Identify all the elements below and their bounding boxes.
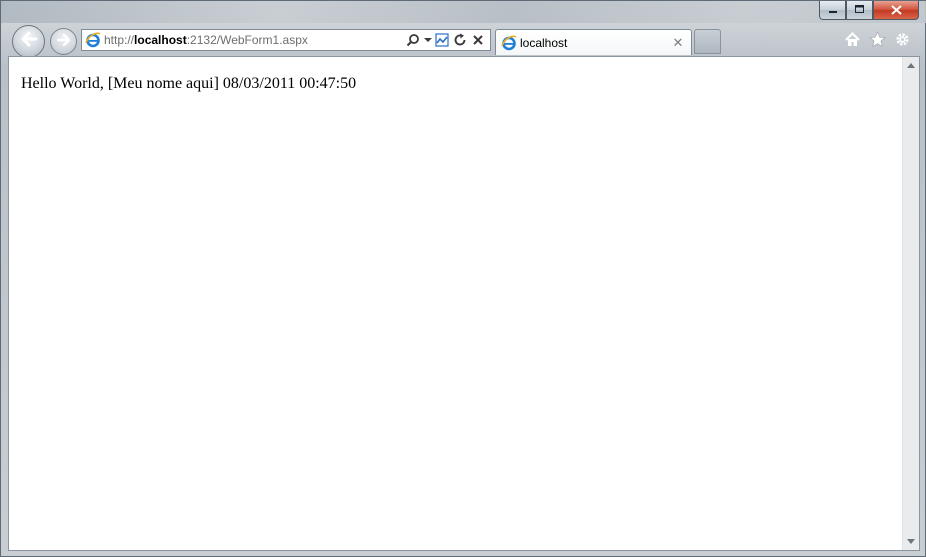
window-caption-buttons	[819, 1, 919, 21]
new-tab-button[interactable]	[694, 29, 721, 54]
maximize-button[interactable]	[846, 1, 873, 20]
tab-close-icon[interactable]: ✕	[671, 35, 685, 51]
address-tools	[405, 32, 490, 48]
forward-arrow-icon	[56, 33, 71, 51]
scroll-down-icon[interactable]	[903, 533, 919, 550]
home-icon[interactable]	[844, 31, 861, 48]
page-viewport: Hello World, [Meu nome aqui] 08/03/2011 …	[8, 56, 920, 551]
ie-page-icon	[85, 32, 101, 48]
address-bar[interactable]: http://localhost:2132/WebForm1.aspx	[81, 29, 491, 51]
command-icons	[844, 31, 911, 48]
back-arrow-icon	[20, 31, 38, 52]
search-icon[interactable]	[405, 32, 421, 48]
close-button[interactable]	[873, 1, 919, 20]
address-url[interactable]: http://localhost:2132/WebForm1.aspx	[104, 33, 405, 47]
stop-icon[interactable]	[470, 32, 486, 48]
compatibility-icon[interactable]	[434, 32, 450, 48]
maximize-icon	[854, 4, 865, 17]
tools-icon[interactable]	[894, 31, 911, 48]
browser-window: http://localhost:2132/WebForm1.aspx loca…	[0, 0, 926, 557]
url-rest: :2132/WebForm1.aspx	[186, 33, 308, 47]
favorites-icon[interactable]	[869, 31, 886, 48]
back-button[interactable]	[12, 25, 45, 58]
tab-localhost[interactable]: localhost ✕	[495, 29, 692, 55]
dropdown-icon[interactable]	[423, 32, 432, 48]
tab-title: localhost	[520, 35, 568, 50]
scroll-up-icon[interactable]	[903, 57, 919, 74]
refresh-icon[interactable]	[452, 32, 468, 48]
vertical-scrollbar[interactable]	[902, 57, 919, 550]
minimize-icon	[828, 4, 838, 17]
url-prefix: http://	[104, 33, 135, 47]
minimize-button[interactable]	[819, 1, 846, 20]
ie-tab-icon	[501, 35, 517, 51]
url-host: localhost	[134, 33, 187, 47]
page-content-text: Hello World, [Meu nome aqui] 08/03/2011 …	[21, 75, 357, 92]
title-bar	[1, 1, 926, 23]
close-icon	[890, 3, 902, 18]
forward-button[interactable]	[50, 28, 77, 55]
